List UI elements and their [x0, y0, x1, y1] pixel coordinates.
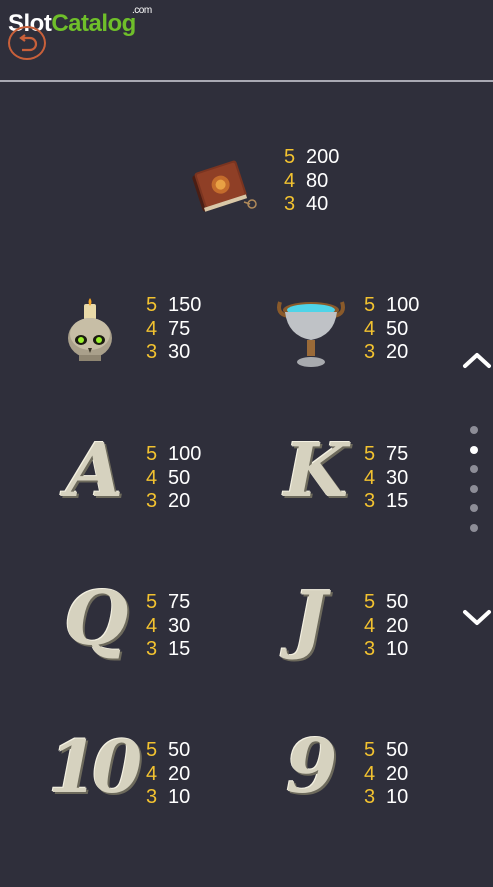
pay-row: 4 30: [364, 466, 409, 489]
page-indicator: [470, 426, 482, 543]
ten-symbol: 10: [48, 724, 142, 809]
chevron-up-icon: [463, 353, 491, 368]
page-dot[interactable]: [470, 465, 478, 473]
pay-row: 3 30: [146, 341, 191, 363]
ace-symbol: A: [66, 428, 124, 514]
nine-symbol: 9: [286, 724, 338, 810]
page-dot[interactable]: [470, 523, 478, 532]
header-divider: [0, 80, 493, 82]
pay-row: 3 20: [364, 341, 409, 363]
pay-row: 5 50: [364, 739, 409, 761]
king-paytable: 5 75 4 30 3 15: [364, 443, 408, 514]
pay-row: 4 20: [364, 614, 409, 637]
nine-paytable: 5 50 4 20 3 10: [364, 739, 408, 810]
pay-row: 3 15: [364, 490, 409, 512]
back-button[interactable]: [8, 26, 46, 60]
pay-row: 3 40: [284, 193, 329, 215]
spellbook-symbol: [186, 152, 266, 223]
back-arrow-icon: [19, 34, 38, 52]
page-dot[interactable]: [470, 445, 478, 454]
pay-row: 3 10: [364, 638, 409, 660]
pay-row: 5 150: [146, 294, 202, 316]
pay-row: 5 200: [284, 146, 340, 168]
page-dot[interactable]: [470, 504, 478, 512]
page-dot[interactable]: [470, 426, 478, 434]
skull-paytable: 5 150 4 75 3 30: [146, 294, 201, 365]
pay-row: 5 50: [146, 739, 191, 761]
king-symbol: K: [284, 428, 349, 514]
chevron-down-icon: [463, 610, 491, 625]
skull-candle-symbol: [64, 298, 118, 373]
jack-symbol: J: [292, 576, 328, 662]
chalice-symbol: [276, 296, 346, 377]
pay-row: 3 20: [146, 490, 191, 512]
page-dot[interactable]: [470, 484, 478, 493]
pay-row: 5 75: [364, 443, 409, 465]
header: SlotCatalog .com: [0, 0, 493, 82]
pay-row: 4 20: [364, 762, 409, 785]
pay-row: 5 75: [146, 591, 191, 613]
pay-row: 4 30: [146, 614, 191, 637]
queen-symbol: Q: [64, 576, 129, 662]
pay-row: 4 75: [146, 317, 191, 340]
pay-row: 4 80: [284, 169, 329, 192]
queen-paytable: 5 75 4 30 3 15: [146, 591, 190, 662]
pay-row: 3 10: [146, 786, 191, 808]
pay-row: 3 10: [364, 786, 409, 808]
pay-row: 4 50: [364, 317, 409, 340]
ten-paytable: 5 50 4 20 3 10: [146, 739, 190, 810]
pay-row: 3 15: [146, 638, 191, 660]
chalice-paytable: 5 100 4 50 3 20: [364, 294, 419, 365]
scroll-down-button[interactable]: [462, 608, 492, 633]
pay-row: 4 20: [146, 762, 191, 785]
spellbook-paytable: 5 200 4 80 3 40: [284, 146, 339, 217]
pay-row: 5 100: [146, 443, 202, 465]
pay-row: 5 50: [364, 591, 409, 613]
pay-row: 5 100: [364, 294, 420, 316]
pay-row: 4 50: [146, 466, 191, 489]
jack-paytable: 5 50 4 20 3 10: [364, 591, 408, 662]
scroll-up-button[interactable]: [462, 350, 492, 375]
ace-paytable: 5 100 4 50 3 20: [146, 443, 201, 514]
